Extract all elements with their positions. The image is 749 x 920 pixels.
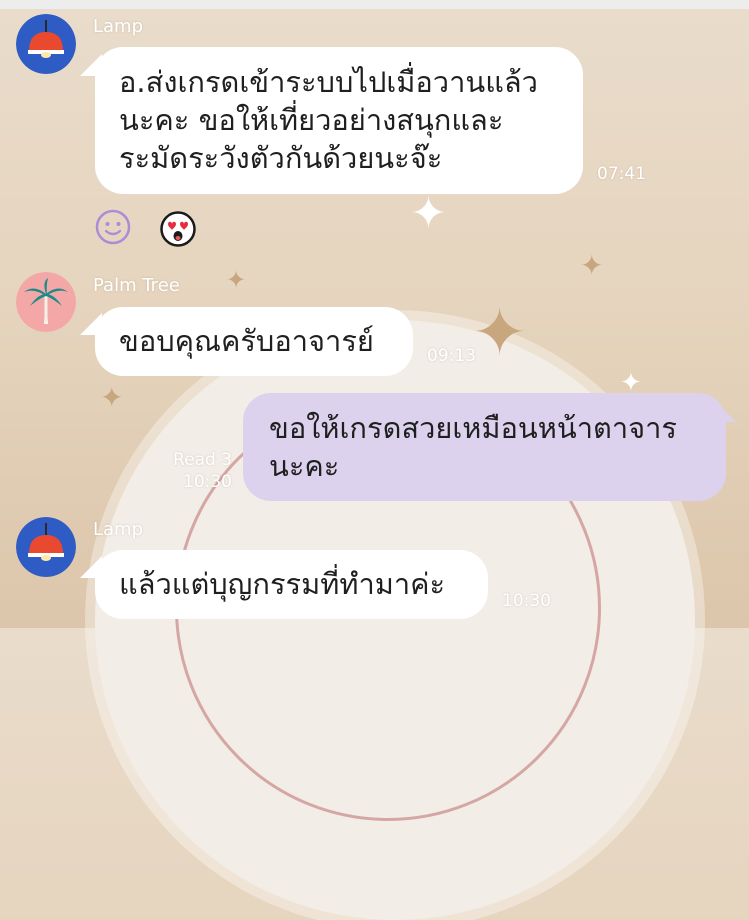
message-time: 10:30 [183,472,232,492]
palm-tree-icon [16,272,76,332]
sparkle-icon: ✦ [410,188,447,239]
message-bubble[interactable]: อ.ส่งเกรดเข้าระบบไปเมื่อวานแล้ว นะคะ ขอใ… [95,47,583,194]
lamp-icon [16,517,76,577]
sparkle-icon: ✦ [580,249,604,282]
message-line: แล้วแต่บุญกรรมที่ทำมาค่ะ [119,567,446,601]
sender-name: Lamp [93,519,144,540]
read-receipt: Read 3 10:30 [150,449,232,493]
palm-tree-avatar[interactable] [16,272,76,332]
message-bubble[interactable]: แล้วแต่บุญกรรมที่ทำมาค่ะ [95,550,488,619]
sender-name: Palm Tree [93,275,180,296]
heart-eyes-sticker-icon[interactable] [160,211,196,247]
message-time: 07:41 [597,164,646,184]
message-line: ระมัดระวังตัวกันด้วยนะจ๊ะ [119,141,443,175]
message-line: นะคะ [269,449,340,483]
sparkle-icon: ✦ [100,381,124,414]
bubble-tail [714,400,736,422]
sparkle-icon: ✦ [226,266,247,294]
message-time: 10:30 [502,591,551,611]
message-bubble[interactable]: ขอให้เกรดสวยเหมือนหน้าตาจาร นะคะ [243,393,726,501]
lamp-avatar[interactable] [16,517,76,577]
sparkle-icon: ✦ [472,294,528,371]
message-line: ขอบคุณครับอาจารย์ [119,324,374,358]
message-line: อ.ส่งเกรดเข้าระบบไปเมื่อวานแล้ว [119,65,538,99]
message-line: นะคะ ขอให้เที่ยวอย่างสนุกและ [119,103,504,137]
lamp-avatar[interactable] [16,14,76,74]
top-status-strip [0,0,749,9]
message-line: ขอให้เกรดสวยเหมือนหน้าตาจาร [269,411,677,445]
smiley-outline-icon[interactable] [95,209,131,245]
sender-name: Lamp [93,16,144,37]
read-status: Read 3 [173,450,232,470]
lamp-icon [16,14,76,74]
message-bubble[interactable]: ขอบคุณครับอาจารย์ [95,307,413,376]
message-time: 09:13 [427,346,476,366]
